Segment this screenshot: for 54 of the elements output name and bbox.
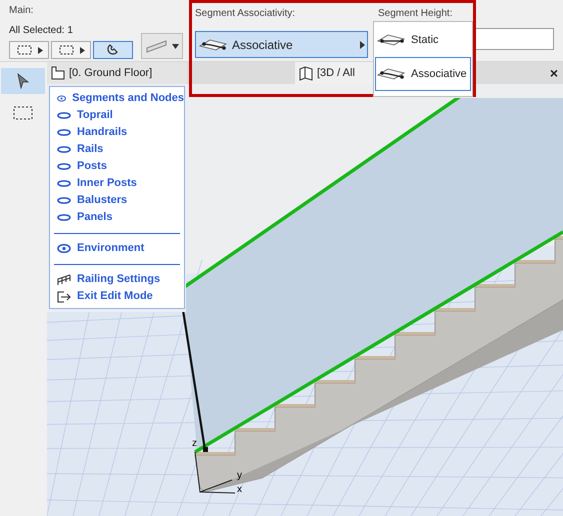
- menu-option[interactable]: Associative: [375, 57, 471, 91]
- caret-icon: [172, 44, 178, 48]
- associativity-label: Segment Associativity:: [195, 7, 296, 21]
- closed-eye-icon: [57, 128, 71, 137]
- menu-item[interactable]: Environment: [54, 240, 180, 257]
- magnet-icon: [106, 43, 120, 57]
- closed-eye-icon: [57, 179, 71, 188]
- marquee-select-icon: [58, 44, 76, 56]
- railing-icon: [57, 274, 71, 286]
- exit-icon: [57, 290, 71, 302]
- tool-button[interactable]: [51, 41, 91, 59]
- selection-count: All Selected: 1: [9, 24, 73, 38]
- floor-plan-icon: [51, 66, 65, 80]
- arrow-tool[interactable]: [0, 68, 44, 94]
- axis-label: y: [237, 469, 242, 483]
- tool-button[interactable]: [9, 41, 49, 59]
- menu-item[interactable]: Inner Posts: [50, 175, 184, 192]
- marquee-icon: [12, 106, 32, 120]
- closed-eye-icon: [57, 162, 71, 171]
- menu-option[interactable]: Static: [375, 23, 471, 57]
- railing-type-button[interactable]: [141, 33, 183, 59]
- menu-item[interactable]: Rails: [50, 141, 184, 158]
- railing-panel-icon: [146, 39, 168, 53]
- static-segment-icon: [376, 32, 406, 48]
- axis-label: z: [192, 437, 197, 451]
- menu-item[interactable]: Balusters: [50, 192, 184, 209]
- tool-button[interactable]: [93, 41, 133, 59]
- segment-select-icon: [16, 44, 34, 56]
- caret-icon: [80, 46, 84, 54]
- eye-icon: [57, 244, 71, 253]
- associative-segment-icon: [198, 36, 228, 52]
- closed-eye-icon: [57, 111, 71, 120]
- pointer-icon: [16, 73, 28, 89]
- menu-item[interactable]: Handrails: [50, 124, 184, 141]
- view-tab[interactable]: [0. Ground Floor]: [47, 62, 187, 84]
- height-label: Segment Height:: [378, 7, 452, 21]
- caret-icon: [360, 40, 365, 48]
- menu-item[interactable]: Exit Edit Mode: [54, 288, 180, 305]
- eye-icon: [57, 94, 66, 103]
- caret-icon: [38, 46, 42, 54]
- menu-item[interactable]: Panels: [50, 209, 184, 226]
- associative-segment-icon: [376, 66, 406, 82]
- close-button[interactable]: ×: [550, 62, 558, 84]
- menu-item[interactable]: Railing Settings: [54, 271, 180, 288]
- menu-item[interactable]: Segments and Nodes: [50, 90, 184, 107]
- toolbar-title: Main:: [9, 4, 34, 18]
- menu-item[interactable]: Posts: [50, 158, 184, 175]
- 3d-box-icon: [299, 66, 313, 80]
- closed-eye-icon: [57, 196, 71, 205]
- axis-label: x: [237, 483, 242, 497]
- associativity-dropdown[interactable]: Associative: [195, 31, 368, 58]
- closed-eye-icon: [57, 145, 71, 154]
- menu-item[interactable]: Toprail: [50, 107, 184, 124]
- closed-eye-icon: [57, 213, 71, 222]
